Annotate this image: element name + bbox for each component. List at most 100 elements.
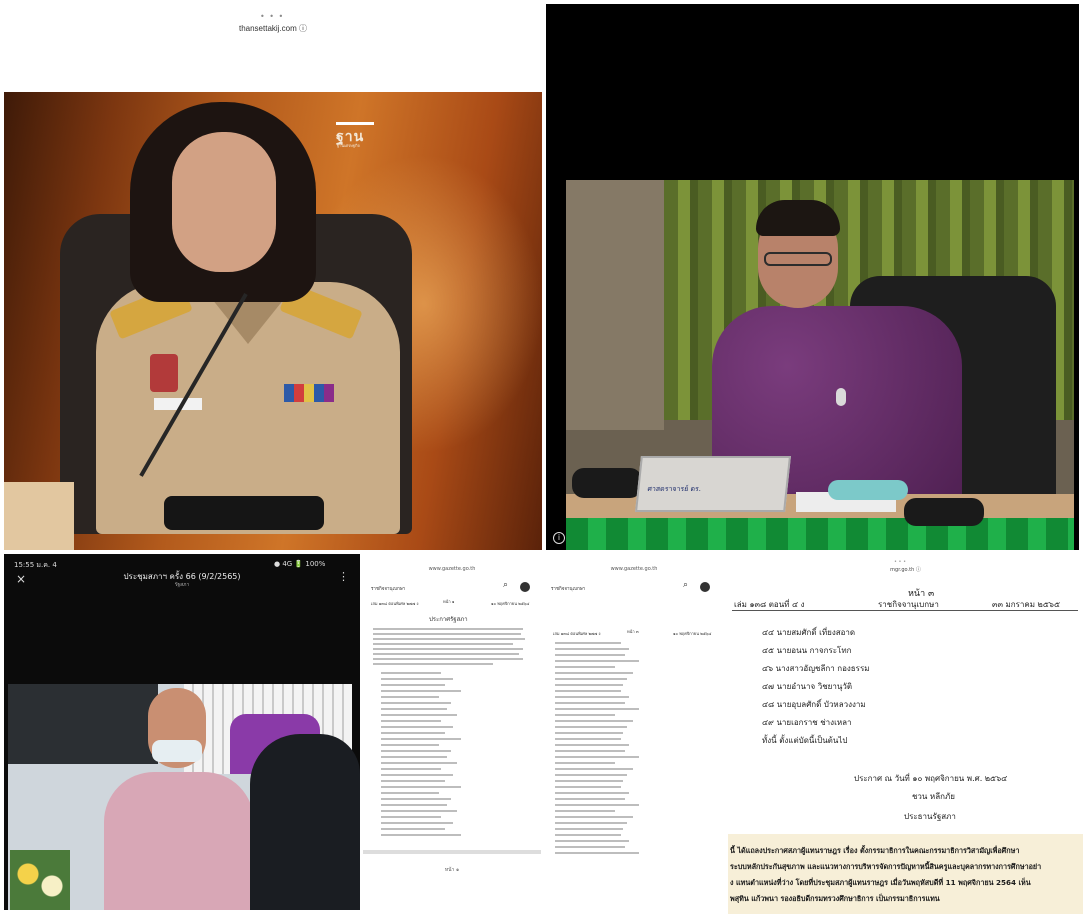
phone-video-screenshot: 15:55 ม.ค. 4 ● 4G 🔋 100% × ประชุมสภาฯ คร…	[4, 554, 360, 910]
microphone-base-left	[572, 468, 642, 498]
member-name: ๔๗ นายอำนาจ วิชยานุวัติ	[762, 682, 853, 691]
photo-panel-official-portrait: • • • thansettakij.com ⓘ ฐาน ฐานเศรษฐกิจ	[4, 4, 542, 550]
url-bar[interactable]: www.gazette.go.th	[363, 566, 541, 572]
microphone-base	[164, 496, 324, 530]
text-line	[555, 738, 621, 740]
text-line	[555, 642, 621, 644]
text-line	[555, 756, 639, 758]
microphone-base-right	[904, 498, 984, 526]
glasses	[764, 252, 832, 266]
status-icons: ● 4G 🔋 100%	[274, 560, 326, 568]
table-skirt	[566, 518, 1074, 550]
caption-line: พสุทิน แก้วพนา รองอธิบดีกรมทรวงศึกษาธิกา…	[730, 894, 940, 903]
window-dots: • • •	[260, 12, 285, 21]
text-line	[373, 648, 523, 650]
phone-document-page-1: www.gazette.go.th ราชกิจจานุเบกษา ⌕ เล่ม…	[363, 560, 541, 910]
announce-date: ประกาศ ณ วันที่ ๑๐ พฤศจิกายน พ.ศ. ๒๕๖๔	[854, 774, 1008, 783]
text-line	[555, 666, 615, 668]
text-line	[555, 702, 625, 704]
face-mask	[152, 740, 202, 762]
medal-badge	[150, 354, 178, 392]
search-icon[interactable]: ⌕	[503, 580, 508, 590]
text-line	[555, 768, 633, 770]
member-name: ๔๘ นายอุบลศักดิ์ บัวหลวงงาม	[762, 700, 866, 709]
avatar[interactable]	[520, 582, 530, 592]
url-bar[interactable]: www.gazette.go.th	[543, 566, 725, 572]
desk-corner	[4, 482, 74, 550]
text-line	[381, 690, 461, 692]
foreground-person	[250, 734, 360, 910]
text-line	[555, 726, 627, 728]
doc-title: ประกาศรัฐสภา	[429, 616, 468, 623]
text-line	[381, 798, 451, 800]
gazette-document: • • • mgr.go.th ⓘ หน้า ๓ เล่ม ๑๓๘ ตอนที่…	[728, 558, 1083, 914]
info-icon[interactable]: i	[553, 532, 565, 544]
text-line	[555, 696, 629, 698]
text-line	[555, 834, 621, 836]
text-line	[381, 702, 451, 704]
text-line	[381, 816, 441, 818]
url-bar[interactable]: mgr.go.th ⓘ	[728, 566, 1083, 573]
window-dots: • • •	[894, 559, 907, 565]
url-bar[interactable]: thansettakij.com ⓘ	[4, 23, 542, 34]
window	[8, 684, 158, 764]
text-line	[381, 720, 441, 722]
doc-header-mid: หน้า ๑	[443, 599, 455, 604]
caption-line: ระบบหลักประกันสุขภาพ และแนวทางการบริหารจ…	[730, 862, 1042, 871]
text-line	[381, 708, 447, 710]
text-line	[555, 762, 615, 764]
doc-header-left: เล่ม ๑๓๘ ตอนพิเศษ ๒๗๗ ง	[371, 601, 419, 606]
text-line	[555, 648, 629, 650]
face	[172, 132, 276, 272]
text-line	[373, 633, 521, 635]
text-line	[381, 744, 439, 746]
signer-name: ชวน หลีกภัย	[912, 792, 955, 801]
text-line	[373, 658, 523, 660]
ribbon-bar	[284, 384, 334, 402]
text-line	[381, 780, 445, 782]
text-line	[381, 696, 439, 698]
signer-position: ประธานรัฐสภา	[904, 812, 956, 821]
text-line	[373, 663, 493, 665]
text-line	[555, 672, 633, 674]
avatar[interactable]	[700, 582, 710, 592]
text-line	[555, 654, 625, 656]
text-line	[555, 732, 623, 734]
page-number: หน้า ๑	[444, 867, 460, 873]
text-line	[555, 846, 625, 848]
text-line	[381, 792, 439, 794]
caption-line: นี้ ได้แถลงประกาศสภาผู้แทนราษฎร เรื่อง ต…	[730, 846, 1020, 855]
video-subtitle: รัฐสภา	[174, 582, 190, 588]
text-line	[555, 708, 639, 710]
text-line	[555, 792, 629, 794]
flowers	[10, 850, 70, 910]
text-line	[381, 678, 453, 680]
text-line	[555, 810, 615, 812]
search-icon[interactable]: ⌕	[683, 580, 688, 590]
site-label: ราชกิจจานุเบกษา	[551, 587, 586, 592]
text-line	[381, 786, 461, 788]
caption-line: ง แทนตำแหน่งที่ว่าง โดยที่ประชุมสภาผู้แท…	[730, 878, 1031, 887]
doc-header-mid: หน้า ๓	[627, 629, 639, 634]
text-line	[381, 810, 457, 812]
photo-panel-meeting-man: ศาสตราจารย์ ดร. i	[546, 4, 1079, 550]
face-mask	[828, 480, 908, 500]
text-line	[555, 828, 623, 830]
text-line	[555, 720, 633, 722]
wall	[566, 180, 664, 430]
doc-header-right: ๑๐ พฤศจิกายน ๒๕๖๔	[673, 631, 712, 636]
text-line	[555, 660, 639, 662]
text-line	[381, 750, 451, 752]
text-line	[381, 672, 441, 674]
name-plate-text: ศาสตราจารย์ ดร.	[647, 485, 702, 493]
text-line	[381, 834, 461, 836]
text-line	[555, 744, 629, 746]
more-options-icon[interactable]: ⋮	[338, 570, 349, 583]
logo-bar	[336, 122, 374, 125]
closing-line: ทั้งนี้ ตั้งแต่บัดนี้เป็นต้นไป	[762, 736, 848, 745]
doc-header-right: ๑๐ พฤศจิกายน ๒๕๖๔	[491, 601, 530, 606]
text-line	[381, 822, 453, 824]
text-line	[555, 780, 623, 782]
text-line	[555, 690, 621, 692]
text-line	[373, 643, 513, 645]
